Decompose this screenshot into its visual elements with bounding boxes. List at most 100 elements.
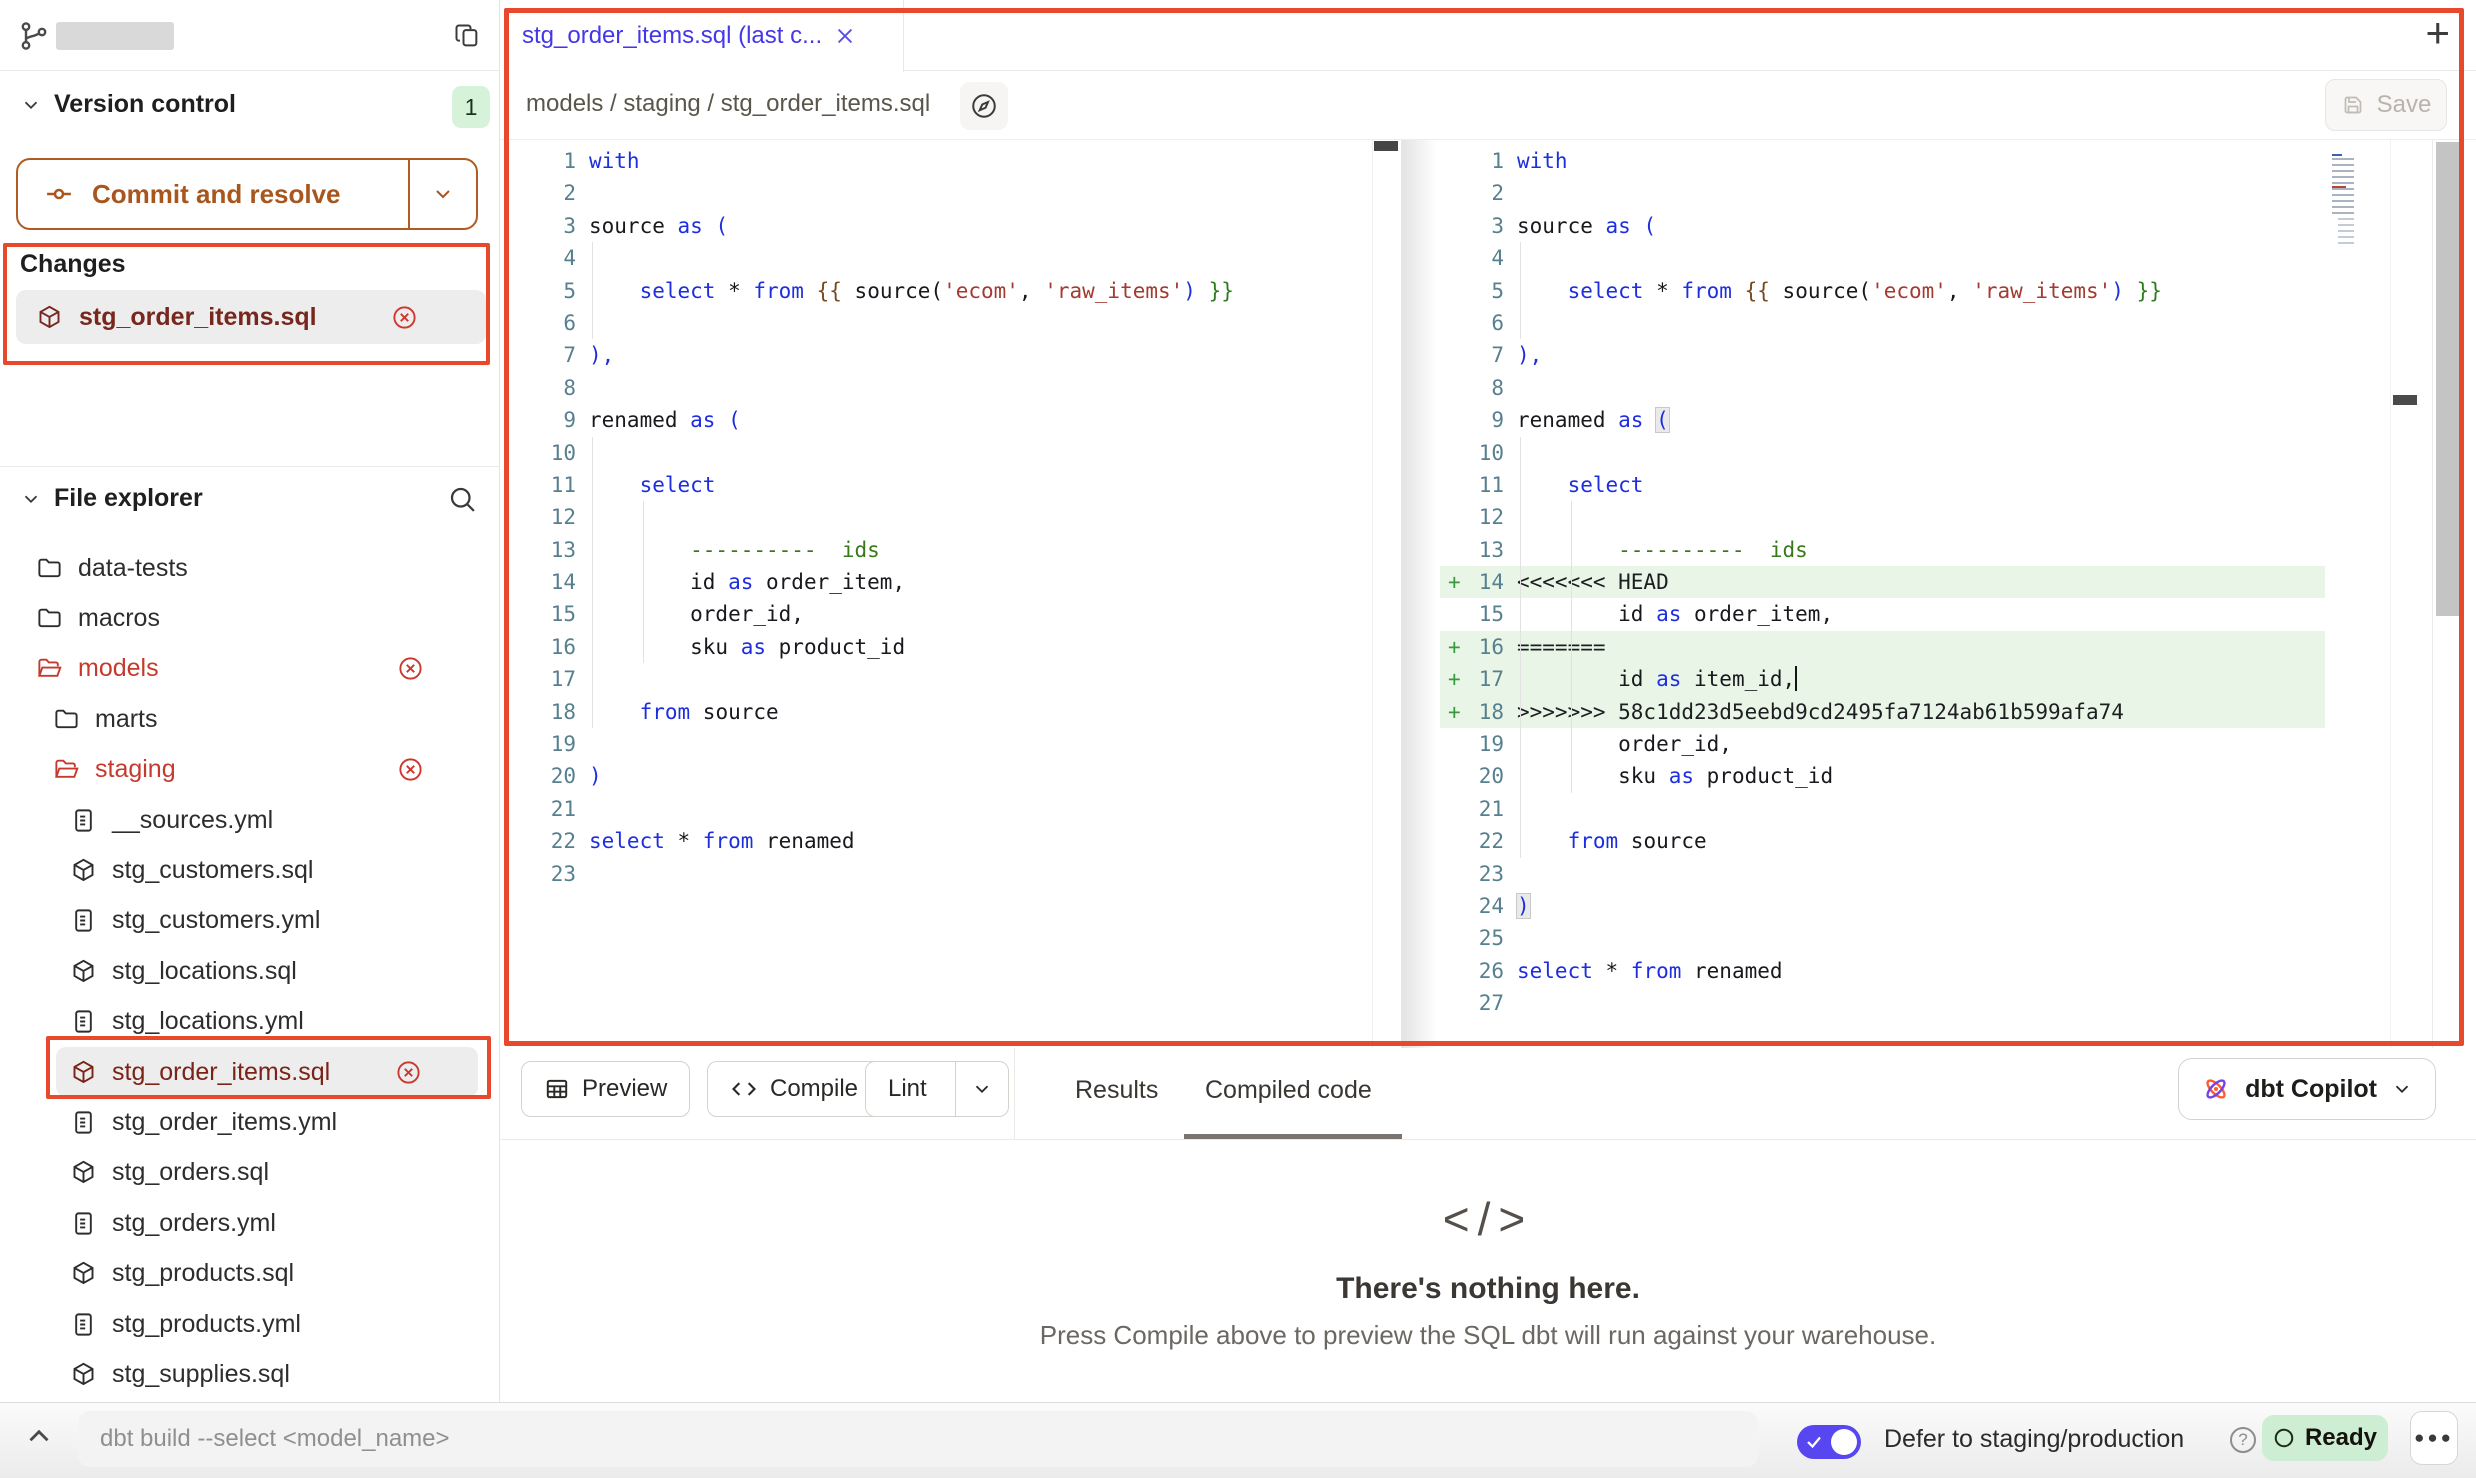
code-line[interactable]: 3source as (	[1440, 210, 2430, 242]
explorer-item-stg_order_items.yml[interactable]: stg_order_items.yml	[0, 1097, 500, 1147]
code-line[interactable]: 7),	[500, 339, 1372, 371]
tab-compiled-code[interactable]: Compiled code	[1205, 1076, 1372, 1105]
code-line[interactable]: 12	[1440, 501, 2430, 533]
save-button[interactable]: Save	[2325, 79, 2447, 131]
right-editor-scrollbar-thumb[interactable]	[2393, 395, 2417, 405]
tab-stg-order-items[interactable]: stg_order_items.sql (last c...	[500, 0, 904, 72]
code-line[interactable]: 14 id as order_item,	[500, 566, 1372, 598]
new-tab-button[interactable]: +	[2425, 12, 2450, 54]
code-line[interactable]: 16 sku as product_id	[500, 631, 1372, 663]
code-line[interactable]: 9renamed as (	[500, 404, 1372, 436]
code-line[interactable]: 4	[1440, 242, 2430, 274]
code-line[interactable]: 12	[500, 501, 1372, 533]
code-text: select * from renamed	[1504, 959, 1783, 983]
commit-and-resolve-main[interactable]: Commit and resolve	[18, 160, 408, 228]
code-line[interactable]: 1with	[500, 145, 1372, 177]
code-line[interactable]: 6	[1440, 307, 2430, 339]
left-editor-scrollbar-thumb[interactable]	[1374, 141, 1398, 151]
explorer-item-staging[interactable]: staging	[0, 745, 500, 795]
explorer-item-stg_locations.yml[interactable]: stg_locations.yml	[0, 997, 500, 1047]
tab-results[interactable]: Results	[1075, 1076, 1158, 1105]
compile-button[interactable]: Compile	[707, 1061, 881, 1117]
commit-options-caret[interactable]	[408, 160, 476, 228]
explorer-item-stg_order_items.sql[interactable]: stg_order_items.sql	[56, 1047, 478, 1097]
code-line[interactable]: 22 from source	[1440, 825, 2430, 857]
explorer-item-stg_customers.sql[interactable]: stg_customers.sql	[0, 845, 500, 895]
code-line[interactable]: 18 from source	[500, 696, 1372, 728]
explorer-item-stg_products.sql[interactable]: stg_products.sql	[0, 1248, 500, 1298]
code-line[interactable]: 15 id as order_item,	[1440, 598, 2430, 630]
code-line[interactable]: 27	[1440, 987, 2430, 1019]
code-line[interactable]: +16=======	[1440, 631, 2430, 663]
code-line[interactable]: 23	[1440, 858, 2430, 890]
explorer-item-marts[interactable]: marts	[0, 694, 500, 744]
explorer-item-stg_products.yml[interactable]: stg_products.yml	[0, 1299, 500, 1349]
code-line[interactable]: 13 ---------- ids	[1440, 534, 2430, 566]
code-line[interactable]: 7),	[1440, 339, 2430, 371]
code-line[interactable]: 19	[500, 728, 1372, 760]
file-explorer-section-header[interactable]: File explorer	[20, 484, 203, 513]
code-line[interactable]: 8	[1440, 372, 2430, 404]
explorer-item-data-tests[interactable]: data-tests	[0, 543, 500, 593]
code-line[interactable]: 26select * from renamed	[1440, 955, 2430, 987]
code-line[interactable]: 4	[500, 242, 1372, 274]
explorer-item-stg_supplies.sql[interactable]: stg_supplies.sql	[0, 1349, 500, 1399]
code-line[interactable]: +17 id as item_id,	[1440, 663, 2430, 695]
code-line[interactable]: 10	[500, 437, 1372, 469]
changed-file-row[interactable]: stg_order_items.sql	[16, 290, 486, 344]
explorer-item-models[interactable]: models	[0, 644, 500, 694]
search-icon[interactable]	[447, 484, 477, 514]
minimap[interactable]	[2332, 150, 2362, 245]
explorer-item-stg_locations.sql[interactable]: stg_locations.sql	[0, 946, 500, 996]
more-options-button[interactable]: ●●●	[2410, 1411, 2458, 1465]
explorer-item-stg_orders.yml[interactable]: stg_orders.yml	[0, 1198, 500, 1248]
explorer-item-label: stg_order_items.sql	[112, 1058, 330, 1087]
code-line[interactable]: 3source as (	[500, 210, 1372, 242]
code-line[interactable]: 20)	[500, 760, 1372, 792]
code-line[interactable]: 9renamed as (	[1440, 404, 2430, 436]
code-line[interactable]: 5 select * from {{ source('ecom', 'raw_i…	[500, 275, 1372, 307]
lint-button[interactable]: Lint	[865, 1061, 1009, 1117]
lint-options-caret[interactable]	[955, 1062, 1008, 1116]
code-line[interactable]: 15 order_id,	[500, 598, 1372, 630]
code-line[interactable]: 5 select * from {{ source('ecom', 'raw_i…	[1440, 275, 2430, 307]
explorer-item-stg_orders.sql[interactable]: stg_orders.sql	[0, 1148, 500, 1198]
code-line[interactable]: 11 select	[1440, 469, 2430, 501]
code-line[interactable]: 13 ---------- ids	[500, 534, 1372, 566]
dbt-copilot-button[interactable]: dbt Copilot	[2178, 1058, 2436, 1120]
lineage-button[interactable]	[960, 82, 1008, 130]
explorer-item-stg_customers.yml[interactable]: stg_customers.yml	[0, 896, 500, 946]
page-scrollbar-thumb[interactable]	[2436, 142, 2462, 616]
version-control-section-header[interactable]: Version control	[20, 90, 236, 119]
defer-toggle[interactable]	[1797, 1425, 1861, 1459]
code-line[interactable]: 23	[500, 858, 1372, 890]
code-line[interactable]: 25	[1440, 922, 2430, 954]
code-line[interactable]: 22select * from renamed	[500, 825, 1372, 857]
code-line[interactable]: 21	[1440, 793, 2430, 825]
copy-icon[interactable]	[453, 22, 481, 50]
code-line[interactable]: +14<<<<<<< HEAD	[1440, 566, 2430, 598]
code-line[interactable]: +18>>>>>>> 58c1dd23d5eebd9cd2495fa7124ab…	[1440, 696, 2430, 728]
close-icon[interactable]	[834, 25, 856, 47]
code-line[interactable]: 19 order_id,	[1440, 728, 2430, 760]
code-line[interactable]: 21	[500, 793, 1372, 825]
code-line[interactable]: 17	[500, 663, 1372, 695]
save-floppy-icon	[2341, 93, 2365, 117]
code-line[interactable]: 11 select	[500, 469, 1372, 501]
code-line[interactable]: 6	[500, 307, 1372, 339]
code-line[interactable]: 24)	[1440, 890, 2430, 922]
code-line[interactable]: 20 sku as product_id	[1440, 760, 2430, 792]
code-line[interactable]: 2	[500, 177, 1372, 209]
left-editor-scrollbar[interactable]	[1372, 140, 1401, 1048]
command-input[interactable]: dbt build --select <model_name>	[78, 1411, 1758, 1467]
code-line[interactable]: 10	[1440, 437, 2430, 469]
code-line[interactable]: 1with	[1440, 145, 2430, 177]
help-icon[interactable]: ?	[2230, 1427, 2256, 1453]
preview-button[interactable]: Preview	[521, 1061, 690, 1117]
code-line[interactable]: 2	[1440, 177, 2430, 209]
code-line[interactable]: 8	[500, 372, 1372, 404]
explorer-item-__sources.yml[interactable]: __sources.yml	[0, 795, 500, 845]
explorer-item-macros[interactable]: macros	[0, 593, 500, 643]
right-editor-scrollbar[interactable]	[2390, 140, 2421, 1048]
chevron-up-icon[interactable]	[22, 1419, 56, 1453]
